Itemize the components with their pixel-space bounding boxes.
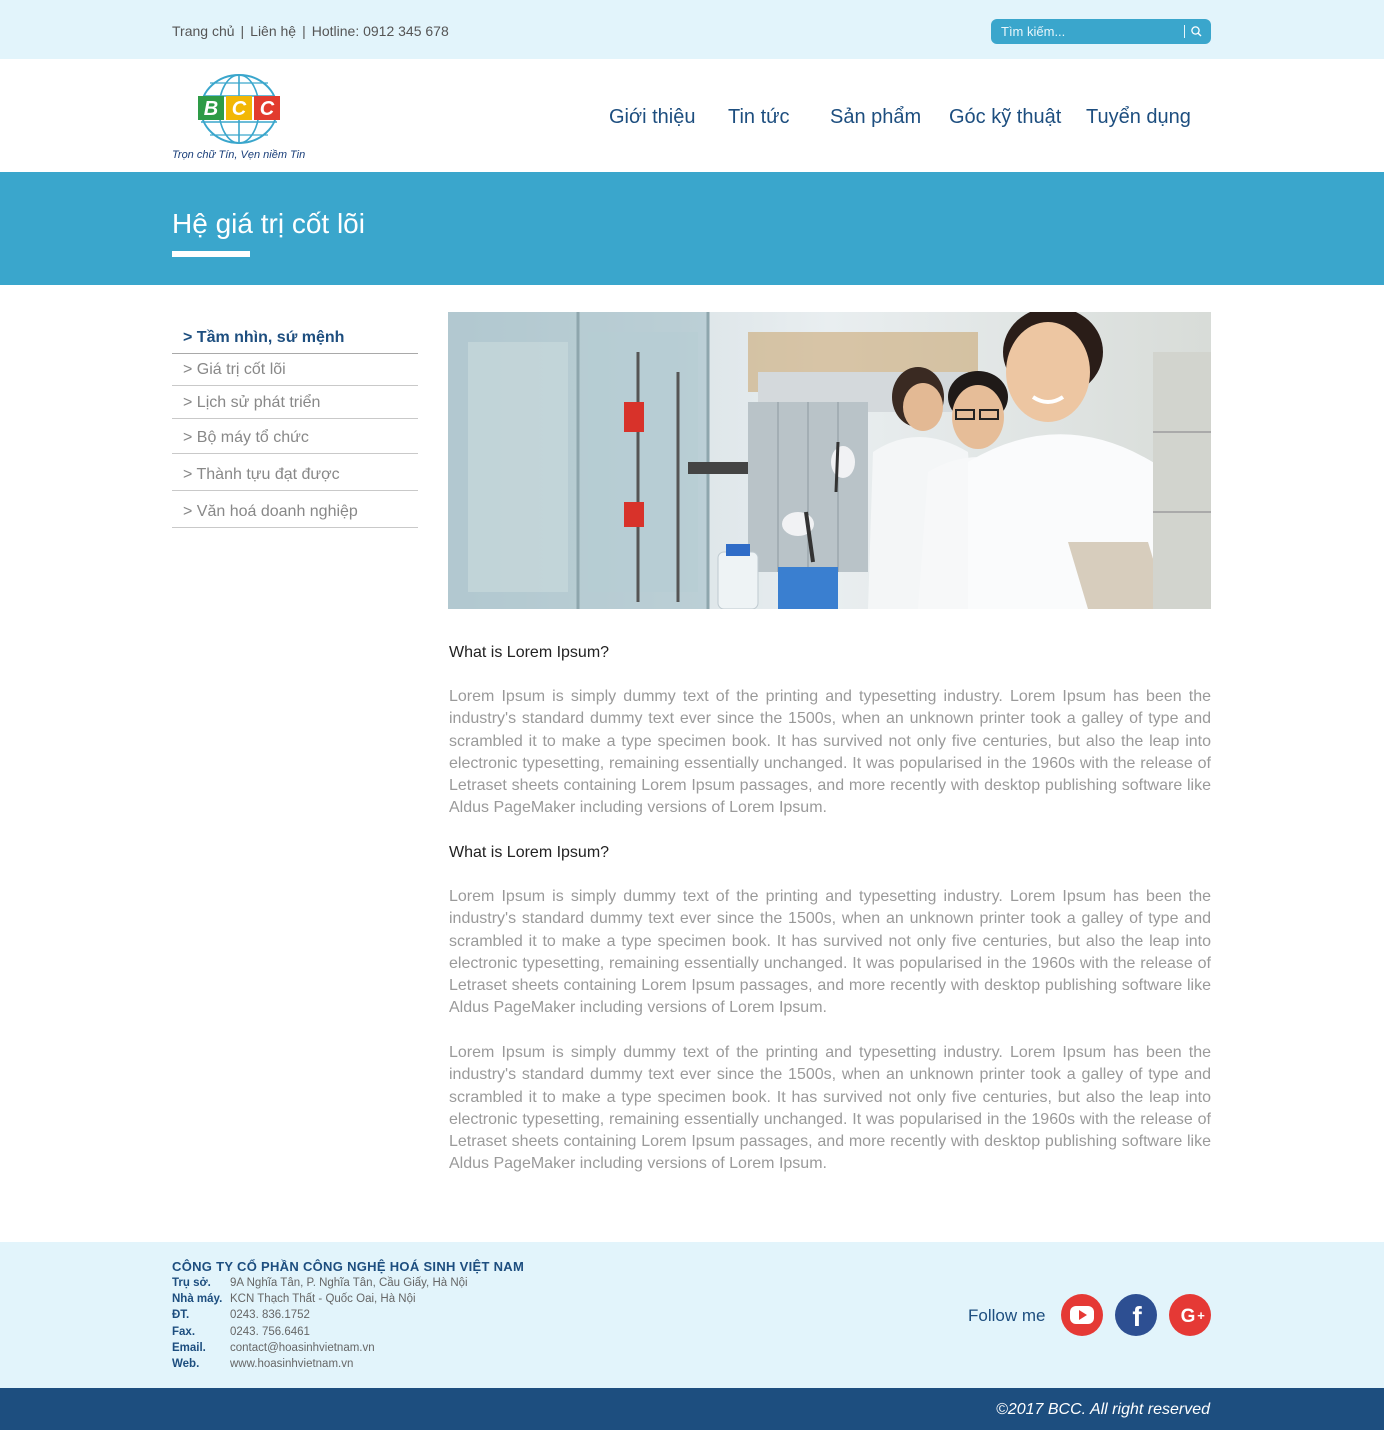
website-link[interactable]: www.hoasinhvietnam.vn: [230, 1358, 353, 1370]
email-link[interactable]: contact@hoasinhvietnam.vn: [230, 1342, 375, 1354]
lab-photo: [448, 312, 1211, 609]
search-divider: [1184, 25, 1185, 38]
sidebar-item-vision-mission[interactable]: > Tầm nhìn, sứ mệnh: [172, 316, 418, 354]
svg-text:C: C: [232, 98, 247, 120]
sidebar-item-organization[interactable]: > Bộ máy tổ chức: [172, 419, 418, 454]
page-title: Hệ giá trị cốt lõi: [172, 208, 365, 239]
separator: |: [302, 23, 306, 39]
content-heading: What is Lorem Ipsum?: [449, 644, 610, 661]
logo-tagline: Trọn chữ Tín, Vẹn niềm Tin: [172, 149, 306, 161]
footer: CÔNG TY CỔ PHẦN CÔNG NGHỆ HOÁ SINH VIỆT …: [0, 1242, 1384, 1388]
hotline-text: Hotline: 0912 345 678: [311, 23, 449, 39]
sidebar-item-label: > Văn hoá doanh nghiệp: [183, 503, 358, 520]
nav-technical[interactable]: Góc kỹ thuật: [949, 106, 1061, 129]
content-paragraph: Lorem Ipsum is simply dummy text of the …: [449, 688, 1211, 817]
copyright-text: ©2017 BCC. All right reserved: [996, 1401, 1210, 1418]
top-links: Trang chủ | Liên hệ | Hotline: 0912 345 678: [172, 23, 449, 39]
svg-text:+: +: [1197, 1308, 1205, 1323]
search-box: [991, 19, 1211, 44]
lab-photo-illustration: [448, 312, 1211, 609]
sidebar-item-culture[interactable]: > Văn hoá doanh nghiệp: [172, 491, 418, 528]
nav-recruitment[interactable]: Tuyển dụng: [1086, 106, 1191, 129]
nav-news[interactable]: Tin tức: [728, 106, 790, 129]
info-label: Fax.: [172, 1326, 196, 1338]
sidebar-item-label: > Lịch sử phát triển: [183, 394, 321, 411]
separator: |: [240, 23, 245, 39]
info-value: 9A Nghĩa Tân, P. Nghĩa Tân, Cầu Giấy, Hà…: [230, 1277, 468, 1289]
follow-label: Follow me: [968, 1306, 1046, 1325]
search-icon[interactable]: [1190, 25, 1203, 38]
bottom-bar: ©2017 BCC. All right reserved: [0, 1388, 1384, 1430]
sidebar-item-label: > Bộ máy tổ chức: [183, 429, 309, 446]
search-input[interactable]: [1001, 22, 1176, 41]
info-label: Trụ sở.: [172, 1277, 211, 1289]
facebook-icon[interactable]: f: [1115, 1294, 1157, 1336]
content-paragraph: Lorem Ipsum is simply dummy text of the …: [449, 1044, 1211, 1173]
content-heading: What is Lorem Ipsum?: [449, 844, 610, 861]
header: B C C Trọn chữ Tín, Vẹn niềm Tin Giới th…: [0, 59, 1384, 172]
sidebar-item-label: > Thành tựu đạt được: [183, 466, 340, 483]
info-label: Web.: [172, 1358, 200, 1370]
google-plus-icon[interactable]: G +: [1169, 1294, 1211, 1336]
svg-text:C: C: [260, 98, 275, 120]
top-bar: Trang chủ | Liên hệ | Hotline: 0912 345 678: [0, 0, 1384, 59]
logo[interactable]: B C C Trọn chữ Tín, Vẹn niềm Tin: [172, 69, 307, 164]
company-name: CÔNG TY CỔ PHẦN CÔNG NGHỆ HOÁ SINH VIỆT …: [172, 1259, 525, 1274]
info-label: Email.: [172, 1342, 206, 1354]
svg-text:G: G: [1181, 1306, 1196, 1327]
title-underline: [172, 251, 250, 257]
sidebar-item-achievements[interactable]: > Thành tựu đạt được: [172, 454, 418, 491]
top-link-contact[interactable]: Liên hệ: [250, 23, 296, 39]
sidebar-item-history[interactable]: > Lịch sử phát triển: [172, 386, 418, 419]
sidebar-item-label: > Giá trị cốt lõi: [183, 361, 286, 378]
sidebar-item-core-values[interactable]: > Giá trị cốt lõi: [172, 354, 418, 386]
nav-products[interactable]: Sản phẩm: [830, 106, 921, 129]
info-value: 0243. 756.6461: [230, 1326, 310, 1338]
svg-text:f: f: [1132, 1301, 1142, 1332]
page-banner: Hệ giá trị cốt lõi: [0, 172, 1384, 285]
youtube-icon[interactable]: [1061, 1294, 1103, 1336]
globe-logo-icon: B C C: [198, 74, 280, 144]
info-label: Nhà máy.: [172, 1293, 223, 1305]
content-paragraph: Lorem Ipsum is simply dummy text of the …: [449, 888, 1211, 1017]
info-value: KCN Thạch Thất - Quốc Oai, Hà Nội: [230, 1293, 416, 1305]
info-label: ĐT.: [172, 1309, 190, 1321]
sidebar-item-label: > Tầm nhìn, sứ mệnh: [183, 329, 345, 346]
nav-about[interactable]: Giới thiệu: [609, 106, 695, 129]
svg-text:B: B: [204, 98, 218, 120]
info-value: 0243. 836.1752: [230, 1309, 310, 1321]
top-link-home[interactable]: Trang chủ: [172, 23, 235, 39]
